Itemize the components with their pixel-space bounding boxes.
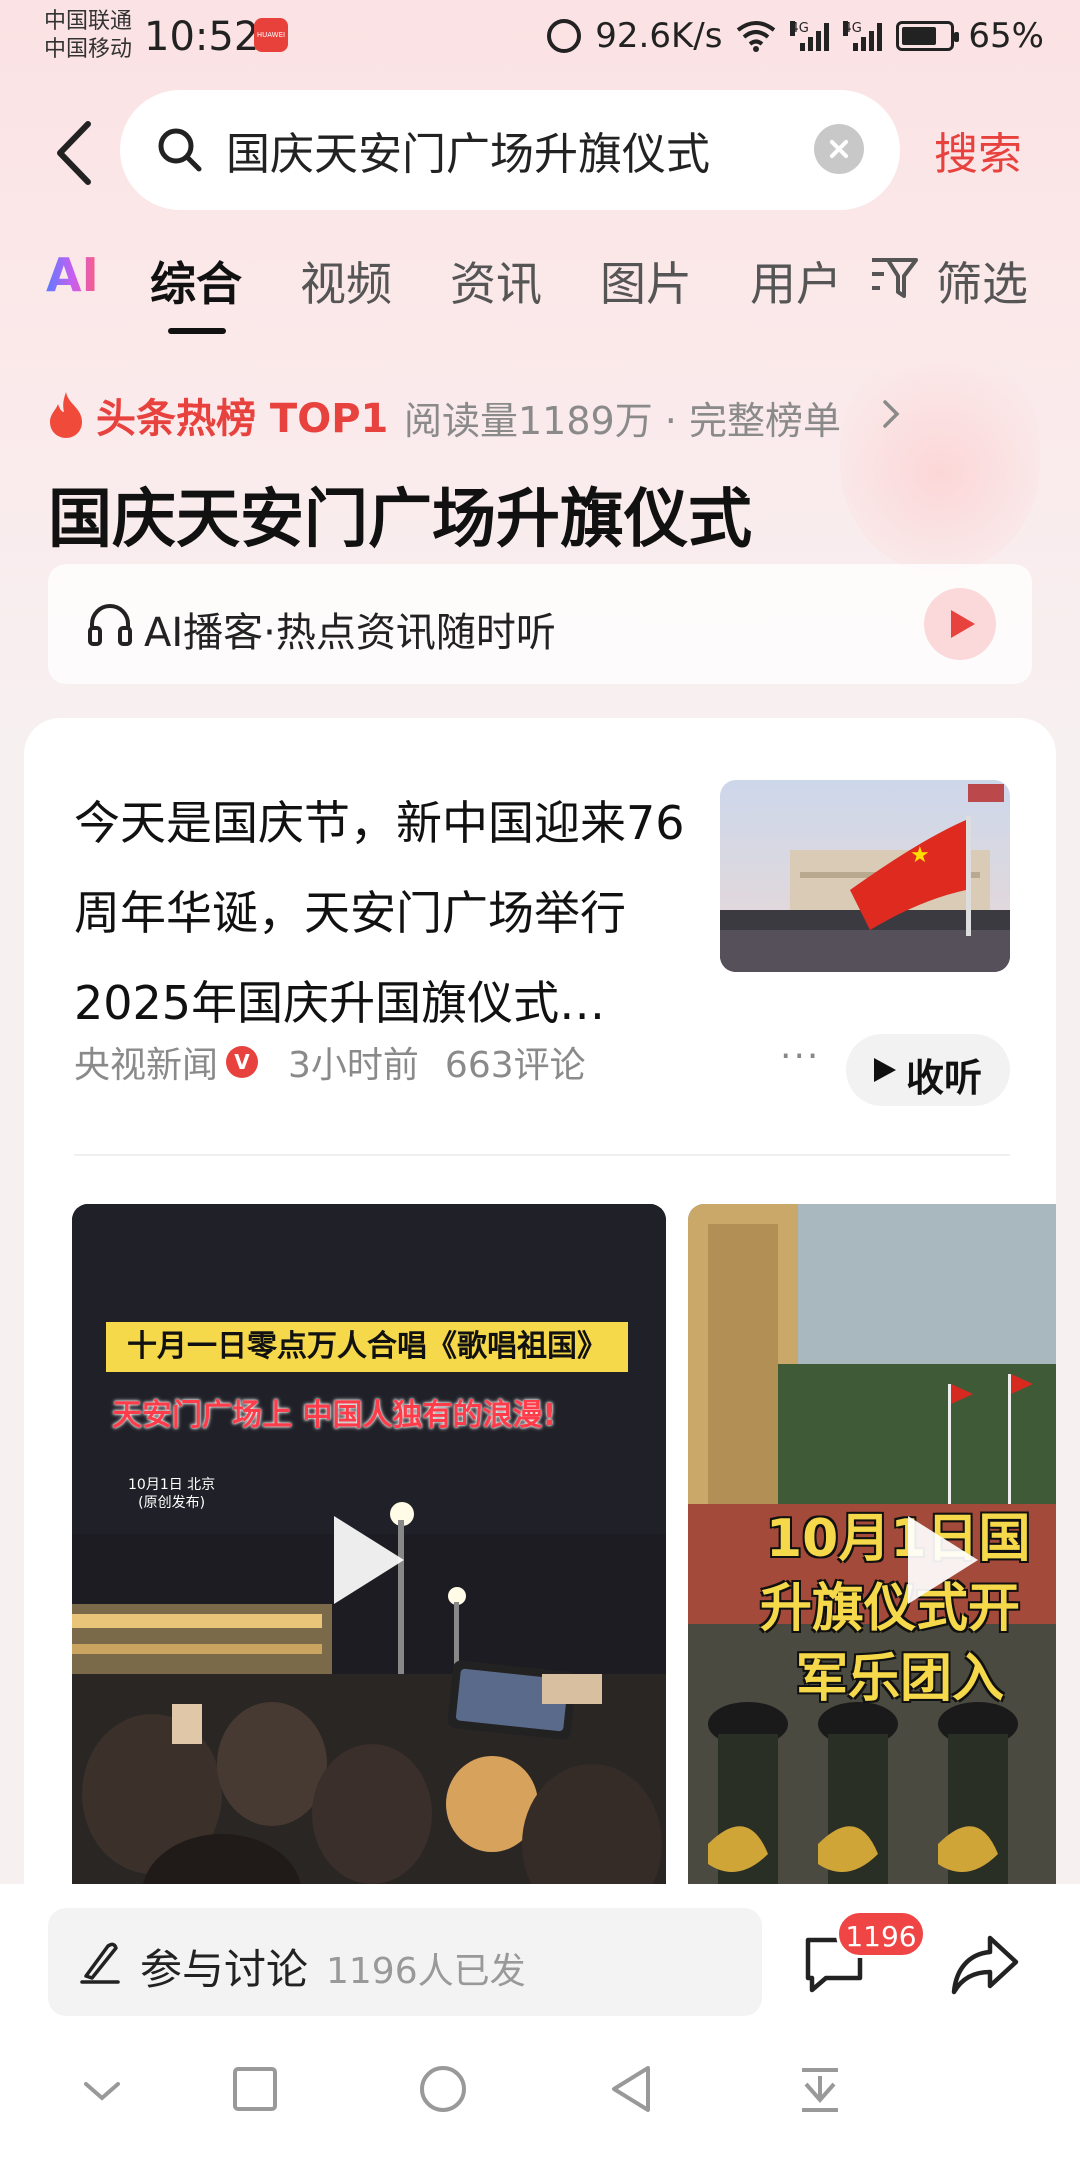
video-2-caption-line-2: 升旗仪式开 (760, 1579, 1021, 1639)
search-button[interactable]: 搜索 (934, 118, 1022, 182)
carrier-2: 中国移动 (44, 37, 133, 62)
headphone-icon (88, 604, 132, 646)
video-1-date-sub: (原创发布) (138, 1495, 206, 1511)
article-source[interactable]: 央视新闻 (74, 1036, 218, 1088)
video-play-icon (334, 1516, 404, 1604)
decorative-flame (840, 330, 1040, 570)
video-1-date: 10月1日 北京 (原创发布) (128, 1476, 215, 1512)
signal-2-icon: 4G (843, 21, 883, 51)
notification-pull-icon[interactable] (798, 2064, 842, 2114)
hot-rank-badge[interactable]: 头条热榜 TOP1 (46, 388, 388, 442)
search-query: 国庆天安门广场升旗仪式 (226, 129, 710, 180)
tab-ai[interactable]: AI (46, 248, 99, 302)
tab-users[interactable]: 用户 (750, 248, 842, 314)
tab-comprehensive[interactable]: 综合 (150, 248, 242, 314)
verified-badge-icon: V (226, 1046, 259, 1078)
status-indicators: 92.6K/s 4G 4G 65% (547, 16, 1044, 56)
article-comments[interactable]: 663评论 (445, 1036, 586, 1088)
back-arrow-icon[interactable] (52, 118, 96, 188)
chevron-right-icon (883, 400, 900, 428)
hot-rank-stats[interactable]: 阅读量1189万 · 完整榜单 (404, 390, 841, 445)
back-nav-icon[interactable] (608, 2064, 654, 2114)
pen-icon (80, 1942, 120, 1984)
video-play-icon (908, 1516, 978, 1604)
video-1-date-line: 10月1日 北京 (128, 1477, 216, 1493)
discuss-count: 1196人已发 (326, 1951, 526, 1992)
video-thumbnail-2[interactable]: 10月1日国 升旗仪式开 军乐团入 (688, 1204, 1056, 1924)
net-speed: 92.6K/s (595, 16, 723, 56)
battery-icon (896, 21, 960, 51)
hide-nav-chevron-icon[interactable] (80, 2076, 124, 2106)
result-card: 今天是国庆节，新中国迎来76周年华诞，天安门广场举行2025年国庆升国旗仪式… … (24, 718, 1056, 1924)
svg-text:★: ★ (910, 843, 930, 868)
clock: 10:52 (144, 14, 260, 60)
article-thumbnail[interactable]: ★ (720, 780, 1010, 972)
video-2-caption-line-3: 军乐团入 (796, 1649, 1005, 1709)
carrier-1: 中国联通 (44, 9, 133, 34)
discuss-label: 参与讨论 (140, 1945, 309, 1994)
filter-label[interactable]: 筛选 (936, 248, 1028, 314)
discuss-input[interactable]: 参与讨论 1196人已发 (48, 1908, 762, 2016)
system-nav-bar (0, 2034, 1080, 2144)
clear-search-button[interactable] (814, 124, 864, 174)
podcast-play-button[interactable] (924, 588, 996, 660)
tab-video[interactable]: 视频 (300, 248, 392, 314)
home-icon[interactable] (418, 2064, 468, 2114)
video-1-caption-subtitle: 天安门广场上 中国人独有的浪漫! (112, 1398, 557, 1433)
filter-icon[interactable] (870, 256, 918, 300)
signal-1-icon: 4G (790, 21, 830, 51)
video-2-caption: 10月1日国 升旗仪式开 军乐团入 (760, 1504, 1031, 1714)
battery-percent: 65% (968, 16, 1044, 56)
hot-rank-label: 头条热榜 TOP1 (96, 396, 389, 442)
video-thumbnail-1[interactable]: 十月一日零点万人合唱《歌唱祖国》 天安门广场上 中国人独有的浪漫! 10月1日 … (72, 1204, 666, 1924)
topic-title: 国庆天安门广场升旗仪式 (48, 483, 752, 557)
tab-bar: AI 综合 视频 资讯 图片 用户 筛选 (0, 248, 1080, 338)
divider (74, 1154, 1010, 1156)
alarm-icon (547, 19, 582, 53)
search-icon (158, 128, 202, 172)
wifi-icon (737, 21, 776, 52)
listen-label: 收听 (906, 1056, 983, 1100)
tab-news[interactable]: 资讯 (450, 248, 542, 314)
ai-podcast-bar[interactable]: AI播客·热点资讯随时听 (48, 564, 1032, 684)
article-time: 3小时前 (288, 1045, 419, 1086)
share-icon[interactable] (950, 1930, 1020, 1998)
huawei-app-icon: HUAWEI (254, 18, 288, 52)
status-bar: 中国联通 中国移动 10:52 HUAWEI 92.6K/s 4G 4G 65% (0, 0, 1080, 80)
flame-icon (50, 392, 82, 438)
search-input[interactable]: 国庆天安门广场升旗仪式 (120, 90, 900, 210)
recent-apps-icon[interactable] (232, 2066, 278, 2112)
listen-button[interactable]: 收听 (846, 1034, 1010, 1106)
comment-count-badge: 1196 (836, 1910, 926, 1958)
video-2-caption-line-1: 10月1日国 (766, 1509, 1031, 1569)
podcast-label: AI播客·热点资讯随时听 (144, 610, 556, 656)
play-icon (874, 1058, 896, 1082)
more-options-icon[interactable]: ··· (780, 1036, 820, 1077)
tab-images[interactable]: 图片 (600, 248, 692, 314)
video-1-caption-title: 十月一日零点万人合唱《歌唱祖国》 (106, 1322, 628, 1372)
article-meta: 央视新闻 V 3小时前 663评论 (74, 1036, 612, 1088)
bottom-bar: 参与讨论 1196人已发 1196 (0, 1884, 1080, 2160)
article-headline[interactable]: 今天是国庆节，新中国迎来76周年华诞，天安门广场举行2025年国庆升国旗仪式… (74, 778, 694, 1048)
carrier-labels: 中国联通 中国移动 (44, 8, 132, 64)
active-tab-indicator (168, 328, 226, 334)
